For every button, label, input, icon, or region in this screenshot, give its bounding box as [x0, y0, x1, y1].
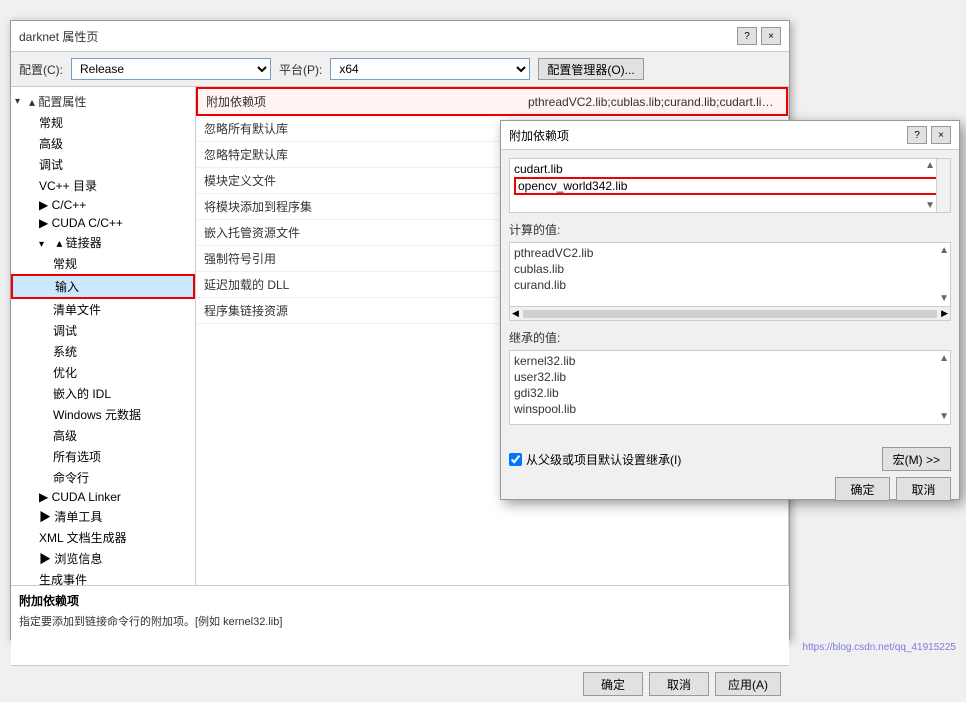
tree-cuda-linker[interactable]: ▶ CUDA Linker: [11, 488, 195, 506]
sub-cancel-button[interactable]: 取消: [896, 477, 951, 501]
tree-config-props[interactable]: ▾ ▴ 配置属性: [11, 91, 195, 112]
toolbar: 配置(C): Release 平台(P): x64 配置管理器(O)...: [11, 52, 789, 87]
main-title-bar: darknet 属性页 ? ×: [11, 21, 789, 52]
tree-browse[interactable]: ▶ 浏览信息: [11, 548, 195, 569]
tree-all-options[interactable]: 所有选项: [11, 446, 195, 467]
scroll-up-icon[interactable]: ▲: [925, 160, 935, 171]
sub-ok-button[interactable]: 确定: [835, 477, 890, 501]
calc-hscroll: ◀ ▶: [509, 307, 951, 321]
inherited-list: kernel32.lib user32.lib gdi32.lib winspo…: [509, 350, 951, 425]
edit-line-opencv: opencv_world342.lib: [514, 177, 946, 195]
tree-manifest[interactable]: 清单文件: [11, 299, 195, 320]
dialog-buttons: 确定 取消 应用(A): [11, 665, 789, 702]
top-edit-section: cudart.lib opencv_world342.lib ▲ ▼: [509, 158, 951, 213]
ok-button[interactable]: 确定: [583, 672, 643, 696]
sub-title-buttons: ? ×: [907, 126, 951, 144]
tree-optimize[interactable]: 优化: [11, 362, 195, 383]
calculated-label: 计算的值:: [509, 221, 951, 238]
arrow-icon: ▾: [15, 96, 29, 107]
calc-item-0: pthreadVC2.lib: [514, 245, 946, 261]
inherited-label: 继承的值:: [509, 329, 951, 346]
calc-scroll-up-icon[interactable]: ▲: [939, 245, 949, 256]
calculated-section: 计算的值: pthreadVC2.lib cublas.lib curand.l…: [509, 221, 951, 321]
sub-dialog-buttons: 确定 取消: [509, 477, 951, 501]
calc-item-1: cublas.lib: [514, 261, 946, 277]
calc-hscroll-right-icon[interactable]: ▶: [939, 308, 950, 319]
sub-dialog: 附加依赖项 ? × cudart.lib opencv_world342.lib…: [500, 120, 960, 500]
scroll-down-icon[interactable]: ▼: [925, 200, 935, 211]
inherit-checkbox[interactable]: [509, 453, 522, 466]
tree-linker-advanced[interactable]: 高级: [11, 425, 195, 446]
tree-cpp[interactable]: ▶ C/C++: [11, 196, 195, 214]
tree-linker-input[interactable]: 输入: [11, 274, 195, 299]
config-label: 配置(C):: [19, 61, 63, 78]
title-bar-buttons: ? ×: [737, 27, 781, 45]
calc-scroll-down-icon[interactable]: ▼: [939, 293, 949, 304]
tree-system[interactable]: 系统: [11, 341, 195, 362]
inh-scroll-down-icon[interactable]: ▼: [939, 411, 949, 422]
inherit-label-text: 从父级或项目默认设置继承(I): [526, 451, 681, 468]
checkbox-row: 从父级或项目默认设置继承(I) 宏(M) >>: [509, 447, 951, 471]
apply-button[interactable]: 应用(A): [715, 672, 781, 696]
tree-linker-general[interactable]: 常规: [11, 253, 195, 274]
bottom-panel: 附加依赖项 指定要添加到链接命令行的附加项。[例如 kernel32.lib]: [11, 585, 789, 665]
edit-line-cudart: cudart.lib: [514, 161, 946, 177]
tree-idl[interactable]: 嵌入的 IDL: [11, 383, 195, 404]
calc-hscroll-left-icon[interactable]: ◀: [510, 308, 521, 319]
config-select[interactable]: Release: [71, 58, 271, 80]
tree-build-events[interactable]: 生成事件: [11, 569, 195, 585]
sub-content: cudart.lib opencv_world342.lib ▲ ▼ 计算的值:…: [501, 150, 959, 443]
sub-title-bar: 附加依赖项 ? ×: [501, 121, 959, 150]
config-manager-button[interactable]: 配置管理器(O)...: [538, 58, 643, 80]
tree-manifest-tool[interactable]: ▶ 清单工具: [11, 506, 195, 527]
sub-close-button[interactable]: ×: [931, 126, 951, 144]
scrollbar[interactable]: [936, 159, 950, 212]
calc-item-2: curand.lib: [514, 277, 946, 293]
inh-item-3: winspool.lib: [514, 401, 946, 417]
linker-arrow-icon: ▾: [39, 239, 53, 250]
tree-cmdline[interactable]: 命令行: [11, 467, 195, 488]
sub-help-button[interactable]: ?: [907, 126, 927, 144]
tree-cuda-cpp[interactable]: ▶ CUDA C/C++: [11, 214, 195, 232]
inherit-checkbox-label[interactable]: 从父级或项目默认设置继承(I): [509, 451, 681, 468]
inh-item-2: gdi32.lib: [514, 385, 946, 401]
inherited-section: 继承的值: kernel32.lib user32.lib gdi32.lib …: [509, 329, 951, 425]
top-edit-area[interactable]: cudart.lib opencv_world342.lib: [509, 158, 951, 213]
tree-general[interactable]: 常规: [11, 112, 195, 133]
close-button[interactable]: ×: [761, 27, 781, 45]
tree-panel: ▾ ▴ 配置属性 常规 高级 调试 VC++ 目录 ▶ C/C++ ▶ CUDA…: [11, 87, 196, 585]
tree-advanced[interactable]: 高级: [11, 133, 195, 154]
prop-additional-deps[interactable]: 附加依赖项 pthreadVC2.lib;cublas.lib;curand.l…: [196, 87, 788, 116]
bottom-desc: 指定要添加到链接命令行的附加项。[例如 kernel32.lib]: [19, 613, 781, 629]
platform-label: 平台(P):: [279, 61, 322, 78]
sub-dialog-title: 附加依赖项: [509, 127, 569, 144]
platform-select[interactable]: x64: [330, 58, 530, 80]
tree-debug[interactable]: 调试: [11, 154, 195, 175]
calc-hscroll-track: [523, 310, 937, 318]
tree-linker[interactable]: ▾ ▴ 链接器: [11, 232, 195, 253]
calculated-list: pthreadVC2.lib cublas.lib curand.lib ▲ ▼: [509, 242, 951, 307]
cancel-button[interactable]: 取消: [649, 672, 709, 696]
watermark: https://blog.csdn.net/qq_41915225: [803, 642, 956, 653]
tree-linker-debug[interactable]: 调试: [11, 320, 195, 341]
sub-bottom: 从父级或项目默认设置继承(I) 宏(M) >> 确定 取消: [501, 443, 959, 505]
macro-button[interactable]: 宏(M) >>: [882, 447, 951, 471]
tree-win-meta[interactable]: Windows 元数据: [11, 404, 195, 425]
main-dialog-title: darknet 属性页: [19, 28, 98, 45]
inh-item-1: user32.lib: [514, 369, 946, 385]
bottom-title: 附加依赖项: [19, 592, 781, 609]
tree-xml-gen[interactable]: XML 文档生成器: [11, 527, 195, 548]
inh-item-0: kernel32.lib: [514, 353, 946, 369]
help-button[interactable]: ?: [737, 27, 757, 45]
tree-vc-dirs[interactable]: VC++ 目录: [11, 175, 195, 196]
inh-scroll-up-icon[interactable]: ▲: [939, 353, 949, 364]
